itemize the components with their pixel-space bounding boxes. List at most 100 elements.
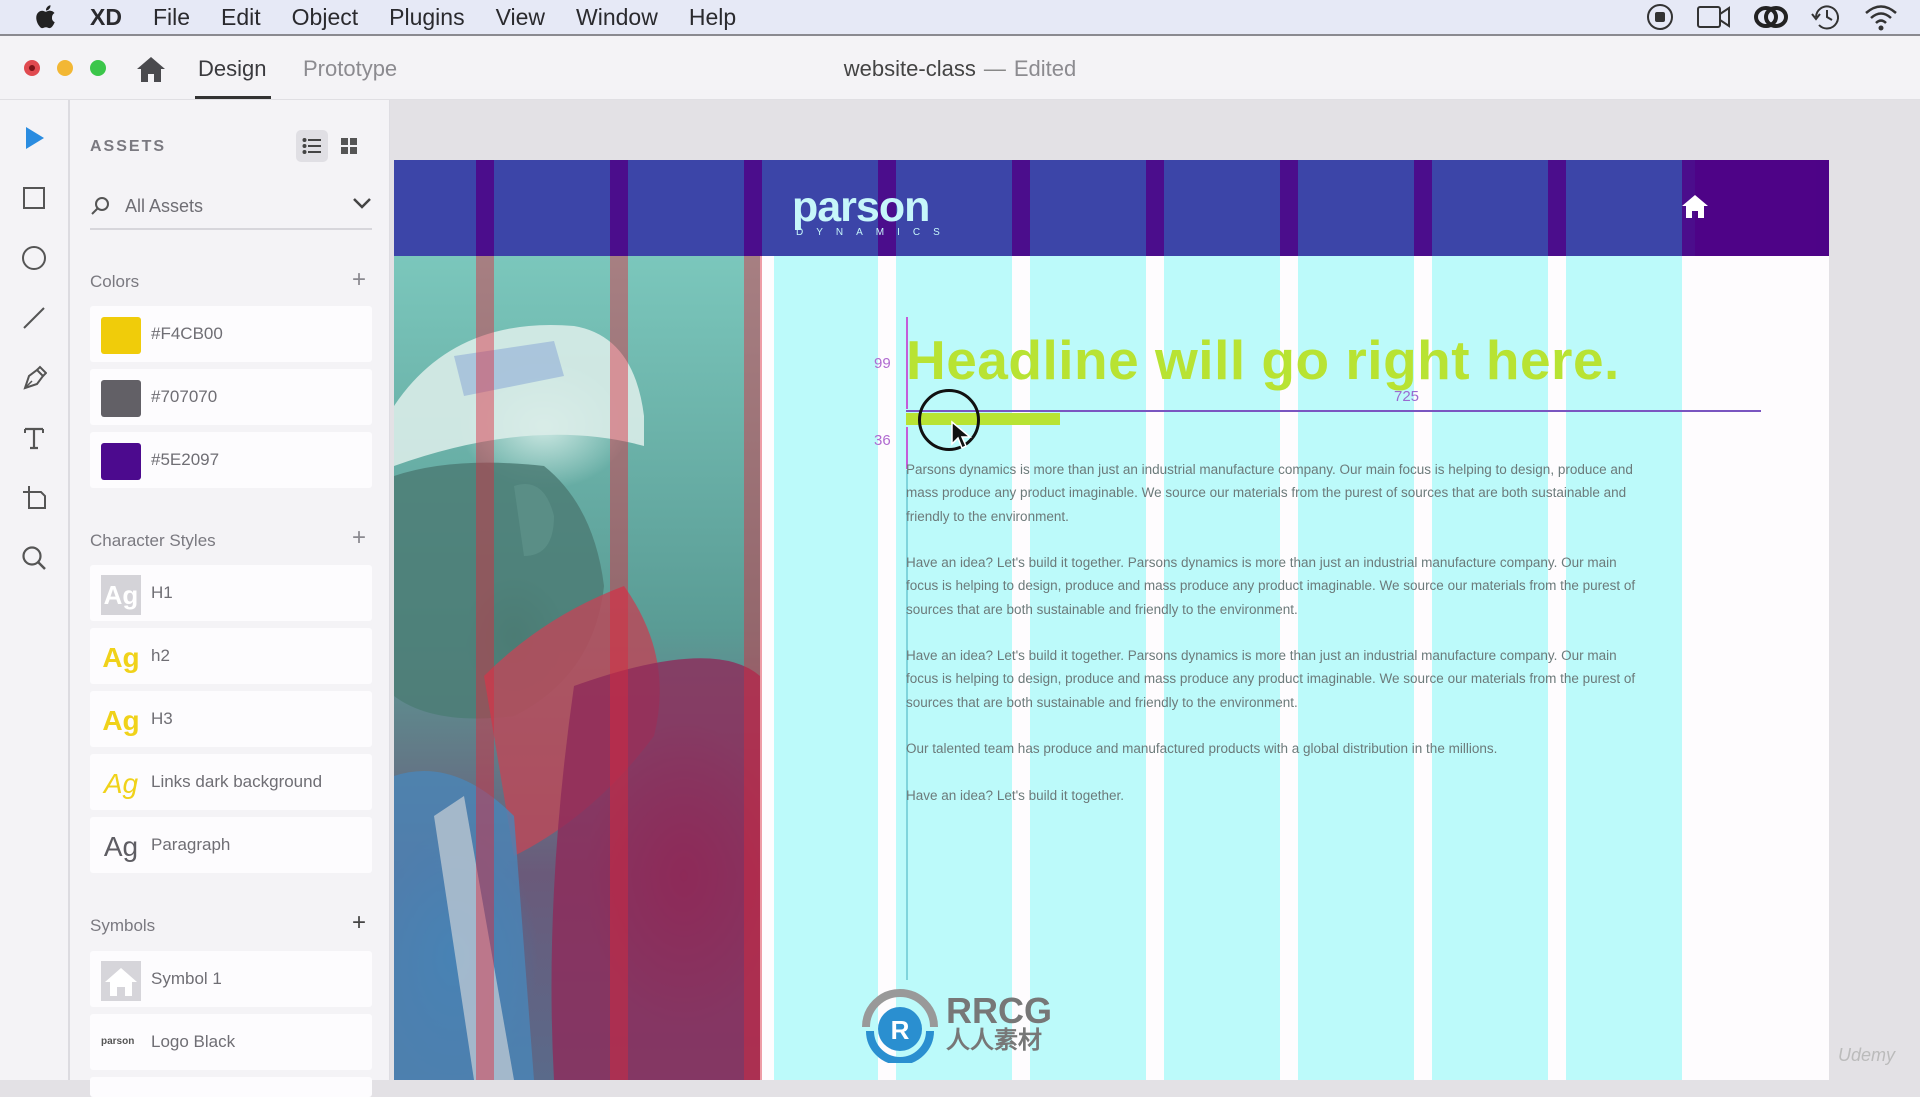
color-label: #F4CB00 xyxy=(151,324,223,343)
body-paragraph[interactable]: Have an idea? Let's build it together. P… xyxy=(906,644,1646,714)
char-style-preview: Ag xyxy=(103,831,139,862)
header-nav-area xyxy=(1695,160,1829,256)
parson-logo[interactable]: parson DYNAMICS xyxy=(792,183,953,239)
character-style-item[interactable]: Ag h2 xyxy=(90,628,372,684)
character-style-item[interactable]: Ag Links dark background xyxy=(90,754,372,810)
window-titlebar: website-class — Edited Design Prototype xyxy=(0,36,1920,100)
watermark-text-cjk: 人人素材 xyxy=(946,1027,1042,1054)
add-character-style-button[interactable]: + xyxy=(352,526,366,550)
body-paragraph[interactable]: Parsons dynamics is more than just an in… xyxy=(906,458,1646,528)
tab-design[interactable]: Design xyxy=(198,56,266,82)
chevron-down-icon xyxy=(352,196,372,215)
text-box-left-edge xyxy=(906,470,908,980)
tab-prototype[interactable]: Prototype xyxy=(303,56,397,82)
worker-illustration xyxy=(394,325,760,1080)
apple-menu-icon[interactable] xyxy=(32,3,60,31)
macos-menubar: XD File Edit Object Plugins View Window … xyxy=(0,0,1920,36)
body-paragraph[interactable]: Have an idea? Let's build it together. P… xyxy=(906,551,1646,621)
width-measure-label: 725 xyxy=(1394,388,1420,405)
menu-edit[interactable]: Edit xyxy=(221,4,261,31)
color-asset-item[interactable]: #707070 xyxy=(90,369,372,425)
line-tool-icon[interactable] xyxy=(18,302,50,334)
grid-column xyxy=(774,256,878,1080)
artboard-tool-icon[interactable] xyxy=(18,482,50,514)
color-label: #707070 xyxy=(151,387,218,406)
grid-view-icon xyxy=(341,138,357,154)
document-title: website-class — Edited xyxy=(0,56,1920,82)
char-style-preview: Ag xyxy=(103,768,139,799)
home-icon[interactable] xyxy=(1681,193,1709,224)
active-tab-indicator xyxy=(195,96,271,99)
color-label: #5E2097 xyxy=(151,450,220,469)
time-machine-icon[interactable] xyxy=(1810,2,1842,32)
grid-gutter xyxy=(1012,160,1030,256)
char-style-preview: Ag xyxy=(102,705,140,736)
artboard-website[interactable]: parson DYNAMICS 99 36 Headline will go r… xyxy=(394,160,1829,1080)
wifi-icon[interactable] xyxy=(1864,3,1898,31)
symbol-label: Logo Black xyxy=(151,1032,236,1051)
char-style-label: Links dark background xyxy=(151,772,323,791)
rrcg-watermark: R RRCG 人人素材 xyxy=(860,983,1052,1063)
rrcg-logo-icon: R xyxy=(862,989,938,1063)
menu-window[interactable]: Window xyxy=(576,4,658,31)
menu-plugins[interactable]: Plugins xyxy=(389,4,464,31)
logo-word: parson xyxy=(792,183,930,231)
headline-text[interactable]: Headline will go right here. xyxy=(906,328,1620,392)
list-view-toggle[interactable] xyxy=(296,130,328,162)
zoom-tool-icon[interactable] xyxy=(18,542,50,574)
grid-gutter-over-photo xyxy=(744,256,762,1080)
creative-cloud-icon[interactable] xyxy=(1754,4,1788,30)
character-style-item[interactable]: Ag H3 xyxy=(90,691,372,747)
document-status: Edited xyxy=(1013,56,1077,81)
width-measure-line xyxy=(906,410,1761,412)
assets-panel: ASSETS All Assets Colors + #F4CB00 #7070… xyxy=(70,100,390,1097)
assets-filter-dropdown[interactable]: All Assets xyxy=(90,182,372,230)
char-style-label: h2 xyxy=(151,646,170,665)
grid-view-toggle[interactable] xyxy=(333,130,365,162)
menu-view[interactable]: View xyxy=(496,4,545,31)
char-style-label: H1 xyxy=(151,583,173,602)
symbols-heading: Symbols xyxy=(90,916,156,935)
select-tool-icon[interactable] xyxy=(18,122,50,154)
facetime-camera-icon[interactable] xyxy=(1696,4,1732,30)
color-asset-item[interactable]: #F4CB00 xyxy=(90,306,372,362)
symbol-item[interactable] xyxy=(90,1077,372,1097)
character-style-item[interactable]: Ag H1 xyxy=(90,565,372,621)
add-color-button[interactable]: + xyxy=(352,268,366,292)
screen-record-icon[interactable] xyxy=(1646,3,1674,31)
grid-gutter-over-photo xyxy=(476,256,494,1080)
grid-gutter-over-photo xyxy=(610,256,628,1080)
ellipse-tool-icon[interactable] xyxy=(18,242,50,274)
menu-file[interactable]: File xyxy=(153,4,190,31)
char-style-label: H3 xyxy=(151,709,173,728)
list-view-icon xyxy=(302,138,321,154)
spacing-measure-below: 36 xyxy=(874,432,891,449)
grid-gutter xyxy=(1414,160,1432,256)
assets-filter-label: All Assets xyxy=(125,196,204,216)
logo-subtitle: DYNAMICS xyxy=(796,227,953,238)
menu-app-xd[interactable]: XD xyxy=(90,4,122,31)
char-style-label: Paragraph xyxy=(151,835,231,854)
design-canvas[interactable]: parson DYNAMICS 99 36 Headline will go r… xyxy=(390,100,1920,1080)
mouse-cursor-icon xyxy=(950,420,973,455)
grid-gutter xyxy=(1816,160,1829,256)
body-paragraph[interactable]: Have an idea? Let's build it together. xyxy=(906,784,1646,807)
menu-help[interactable]: Help xyxy=(689,4,736,31)
search-icon xyxy=(90,196,110,221)
grid-gutter xyxy=(610,160,628,256)
title-separator: — xyxy=(983,56,1006,81)
pen-tool-icon[interactable] xyxy=(18,362,50,394)
symbol-item[interactable]: Symbol 1 xyxy=(90,951,372,1007)
symbol-item[interactable]: parson Logo Black xyxy=(90,1014,372,1070)
text-tool-icon[interactable] xyxy=(18,422,50,454)
udemy-watermark: Udemy xyxy=(1838,1045,1896,1065)
char-style-preview: Ag xyxy=(102,642,140,673)
rectangle-tool-icon[interactable] xyxy=(18,182,50,214)
body-paragraph[interactable]: Our talented team has produce and manufa… xyxy=(906,737,1646,760)
color-asset-item[interactable]: #5E2097 xyxy=(90,432,372,488)
document-name: website-class xyxy=(843,56,976,81)
menu-object[interactable]: Object xyxy=(292,4,358,31)
add-symbol-button[interactable]: + xyxy=(352,911,366,935)
char-style-preview: Ag xyxy=(101,575,141,615)
character-style-item[interactable]: Ag Paragraph xyxy=(90,817,372,873)
